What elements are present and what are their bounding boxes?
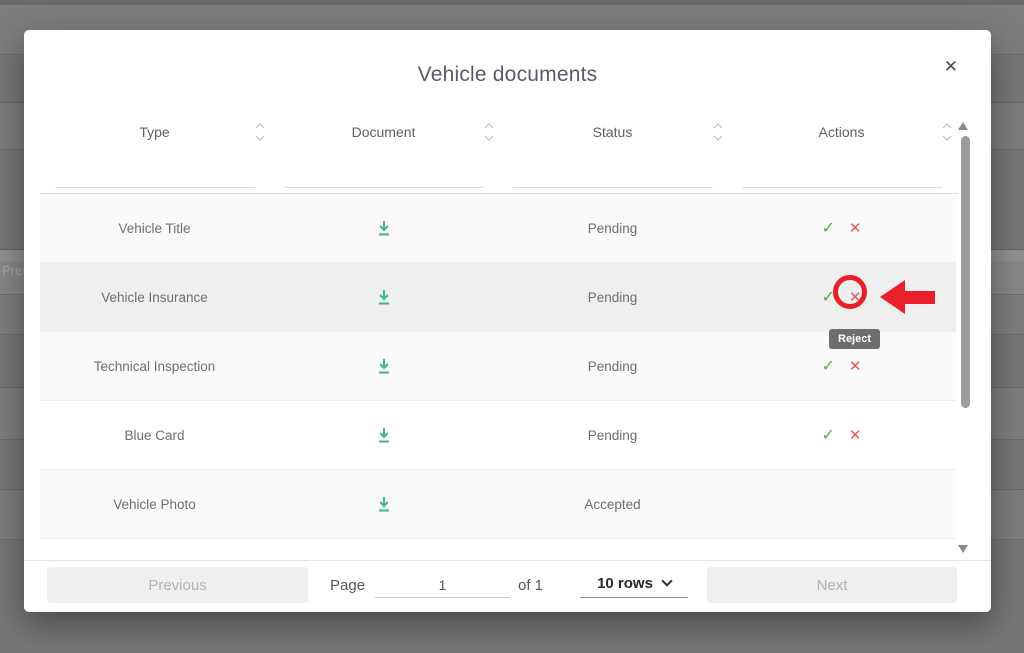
status-cell: Pending [498,359,727,374]
approve-icon[interactable]: ✓ [822,218,835,238]
column-header-document[interactable]: Document [269,112,498,152]
approve-icon[interactable]: ✓ [822,287,835,307]
scroll-up-icon[interactable] [958,122,968,130]
status-cell: Pending [498,428,727,443]
status-cell: Pending [498,290,727,305]
sort-icon[interactable] [942,123,952,142]
actions-cell: ✓ ✕ [727,401,956,469]
sort-icon[interactable] [484,123,494,142]
actions-cell: ✓ ✕ Reject [727,263,956,331]
reject-icon[interactable]: ✕ [849,288,862,306]
reject-icon[interactable]: ✕ [849,426,862,444]
filter-input-actions[interactable] [742,164,942,188]
filter-input-document[interactable] [284,164,484,188]
reject-icon[interactable]: ✕ [849,357,862,375]
next-page-button[interactable]: Next [707,567,957,603]
column-header-label: Actions [819,124,865,140]
column-header-type[interactable]: Type [40,112,269,152]
type-cell: Vehicle Title [40,221,269,236]
vehicle-documents-modal: ✕ Vehicle documents Type Document Status… [24,30,991,612]
status-cell: Pending [498,221,727,236]
column-header-actions[interactable]: Actions [727,112,956,152]
status-cell: Accepted [498,497,727,512]
type-cell: Vehicle Insurance [40,290,269,305]
page-count-label: of 1 [518,577,543,594]
modal-title: Vehicle documents [24,63,991,87]
type-cell: Blue Card [40,428,269,443]
actions-cell: ✓ ✕ [727,194,956,262]
page-number-input[interactable] [375,572,510,598]
type-cell: Technical Inspection [40,359,269,374]
table-row: Vehicle Title Pending ✓ ✕ [40,194,956,263]
sort-icon[interactable] [713,123,723,142]
column-header-label: Type [139,124,169,140]
reject-tooltip: Reject [829,329,880,349]
divider [24,560,991,561]
download-icon[interactable] [269,427,498,444]
column-header-label: Status [593,124,633,140]
type-cell: Vehicle Photo [40,497,269,512]
filter-input-type[interactable] [55,164,255,188]
table-row: Blue Card Pending ✓ ✕ [40,401,956,470]
download-icon[interactable] [269,358,498,375]
rows-per-page-select[interactable]: 10 rows [580,570,688,598]
download-icon[interactable] [269,496,498,513]
filter-input-status[interactable] [513,164,713,188]
previous-page-button[interactable]: Previous [47,567,308,603]
download-icon[interactable] [269,220,498,237]
download-icon[interactable] [269,289,498,306]
table-body: Vehicle Title Pending ✓ ✕ Vehicle Insura… [40,194,956,539]
scrollbar-thumb[interactable] [961,136,970,408]
approve-icon[interactable]: ✓ [822,356,835,376]
actions-cell [727,470,956,538]
scroll-down-icon[interactable] [958,545,968,553]
table-row: Technical Inspection Pending ✓ ✕ [40,332,956,401]
rows-per-page-value: 10 rows [597,575,653,592]
annotation-arrow-icon [904,291,935,304]
table-row: Vehicle Photo Accepted [40,470,956,539]
reject-icon[interactable]: ✕ [849,219,862,237]
page-label: Page [330,577,365,594]
sort-icon[interactable] [255,123,265,142]
table-row: Vehicle Insurance Pending ✓ ✕ Reject [40,263,956,332]
annotation-arrow-icon [880,280,905,314]
approve-icon[interactable]: ✓ [822,425,835,445]
column-header-label: Document [352,124,416,140]
table-header: Type Document Status Actions [40,112,956,152]
column-header-status[interactable]: Status [498,112,727,152]
filter-row [40,160,956,188]
chevron-down-icon [661,575,672,586]
